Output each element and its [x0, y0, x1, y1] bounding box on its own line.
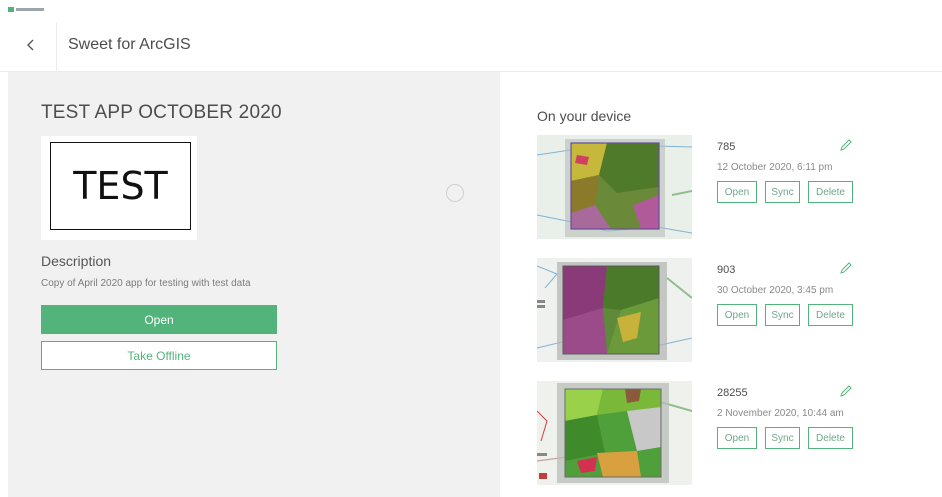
offline-area-item: 903 30 October 2020, 3:45 pm Open Sync D…	[537, 258, 937, 362]
take-offline-button[interactable]: Take Offline	[41, 341, 277, 370]
sync-area-button[interactable]: Sync	[765, 427, 800, 449]
open-area-button[interactable]: Open	[717, 181, 757, 203]
app-title: Sweet for ArcGIS	[68, 36, 191, 53]
offline-area-name: 785	[717, 141, 736, 153]
app-window-icon	[8, 7, 14, 12]
chevron-left-icon	[27, 39, 34, 51]
thumbnail-text: TEST	[73, 164, 168, 208]
app-thumbnail: TEST	[41, 136, 197, 240]
open-area-button[interactable]: Open	[717, 304, 757, 326]
pencil-icon[interactable]	[839, 384, 853, 398]
offline-area-name: 903	[717, 264, 736, 276]
delete-area-button[interactable]: Delete	[808, 304, 853, 326]
sync-area-button[interactable]: Sync	[765, 181, 800, 203]
loading-indicator	[446, 184, 464, 202]
header-divider	[56, 22, 57, 72]
description-text: Copy of April 2020 app for testing with …	[41, 278, 251, 289]
app-item-title: TEST APP OCTOBER 2020	[41, 102, 282, 123]
open-app-button[interactable]: Open	[41, 305, 277, 334]
window-titlebar	[0, 0, 942, 14]
app-details-panel: TEST APP OCTOBER 2020 TEST Description C…	[8, 72, 500, 497]
sync-area-button[interactable]: Sync	[765, 304, 800, 326]
description-heading: Description	[41, 253, 112, 269]
on-device-heading: On your device	[537, 108, 632, 124]
map-thumbnail[interactable]	[537, 258, 692, 362]
thumbnail-frame: TEST	[50, 142, 191, 230]
open-area-button[interactable]: Open	[717, 427, 757, 449]
back-button[interactable]	[14, 28, 48, 62]
top-bar: Sweet for ArcGIS	[0, 14, 942, 72]
offline-area-name: 28255	[717, 387, 748, 399]
map-thumbnail[interactable]	[537, 381, 692, 485]
window-title-text	[16, 8, 44, 11]
offline-area-item: 785 12 October 2020, 6:11 pm Open Sync D…	[537, 135, 937, 239]
pencil-icon[interactable]	[839, 138, 853, 152]
offline-area-date: 12 October 2020, 6:11 pm	[717, 162, 833, 173]
device-panel: On your device 785 12 October 2020, 6:11…	[500, 72, 942, 497]
offline-area-date: 2 November 2020, 10:44 am	[717, 408, 844, 419]
delete-area-button[interactable]: Delete	[808, 427, 853, 449]
map-thumbnail[interactable]	[537, 135, 692, 239]
offline-area-date: 30 October 2020, 3:45 pm	[717, 285, 834, 296]
pencil-icon[interactable]	[839, 261, 853, 275]
delete-area-button[interactable]: Delete	[808, 181, 853, 203]
offline-area-item: 28255 2 November 2020, 10:44 am Open Syn…	[537, 381, 937, 485]
